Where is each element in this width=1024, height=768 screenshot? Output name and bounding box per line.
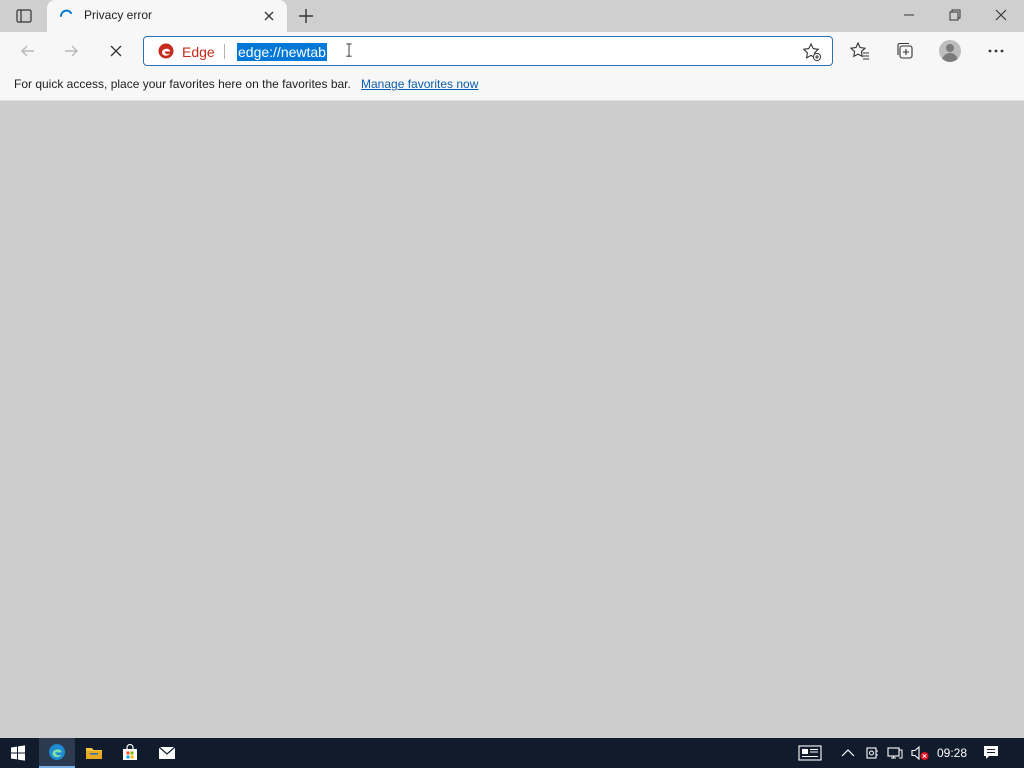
close-window-button[interactable]: [978, 0, 1024, 30]
profile-avatar[interactable]: [939, 40, 961, 62]
taskbar-edge[interactable]: [39, 738, 75, 768]
restore-icon: [949, 9, 961, 21]
chevron-up-icon: [841, 749, 855, 757]
volume-muted-icon: [911, 745, 929, 761]
minimize-icon: [904, 14, 914, 16]
windows-logo-icon: [11, 745, 25, 761]
forward-arrow-icon: [65, 45, 78, 57]
settings-more-button[interactable]: [984, 39, 1008, 63]
tab-actions-button[interactable]: [8, 6, 40, 26]
favorites-star-icon: [850, 41, 869, 60]
action-center-button[interactable]: [983, 745, 999, 761]
taskbar-mail[interactable]: [149, 738, 185, 768]
tab-title: Privacy error: [84, 8, 153, 22]
avatar-head: [946, 44, 954, 52]
loading-spinner-icon: [60, 9, 72, 17]
close-tab-icon[interactable]: [262, 9, 276, 23]
news-icon: [798, 745, 822, 761]
add-favorite-icon[interactable]: [802, 42, 822, 62]
network-button[interactable]: [887, 745, 903, 761]
stop-icon: [110, 45, 122, 57]
new-tab-icon[interactable]: [296, 6, 316, 26]
site-identity-label[interactable]: Edge: [182, 44, 215, 60]
stop-loading-button[interactable]: [103, 39, 129, 63]
back-arrow-icon: [21, 45, 34, 57]
taskbar-store[interactable]: [112, 738, 148, 768]
tab-privacy-error[interactable]: Privacy error: [47, 0, 287, 32]
browser-toolbar: Edge edge://newtab: [0, 32, 1024, 69]
show-hidden-icons-button[interactable]: [840, 745, 856, 761]
avatar-body: [942, 53, 958, 62]
tray-device-button[interactable]: [864, 745, 880, 761]
tab-strip: Privacy error: [0, 0, 1024, 32]
text-cursor-icon: [346, 43, 352, 57]
edge-logo-icon: [158, 43, 174, 59]
url-text[interactable]: edge://newtab: [237, 43, 327, 61]
restore-button[interactable]: [932, 0, 978, 30]
address-divider: [224, 44, 225, 59]
favorites-button[interactable]: [848, 39, 872, 63]
news-widget-button[interactable]: [798, 745, 822, 761]
mail-icon: [158, 746, 176, 759]
favorites-bar-message: For quick access, place your favorites h…: [14, 77, 351, 91]
address-bar[interactable]: Edge edge://newtab: [143, 36, 833, 66]
device-icon: [866, 747, 878, 759]
store-icon: [123, 744, 137, 760]
taskbar-file-explorer[interactable]: [76, 738, 112, 768]
close-icon: [995, 9, 1007, 21]
more-dots-icon: [988, 49, 1004, 53]
favorites-bar: For quick access, place your favorites h…: [0, 69, 1024, 101]
taskbar: 09:28: [0, 738, 1024, 768]
network-icon: [887, 747, 903, 759]
edge-icon: [49, 744, 65, 760]
taskbar-clock[interactable]: 09:28: [937, 746, 967, 760]
collections-icon: [897, 42, 913, 59]
manage-favorites-link[interactable]: Manage favorites now: [361, 77, 478, 91]
volume-button[interactable]: [910, 745, 930, 761]
tab-actions-icon: [16, 9, 32, 23]
start-button[interactable]: [0, 738, 36, 768]
back-button[interactable]: [15, 39, 41, 63]
collections-button[interactable]: [893, 39, 917, 63]
forward-button[interactable]: [58, 39, 84, 63]
page-content: [0, 102, 1024, 738]
file-explorer-icon: [86, 748, 102, 759]
minimize-button[interactable]: [886, 0, 932, 30]
notification-icon: [984, 746, 998, 759]
